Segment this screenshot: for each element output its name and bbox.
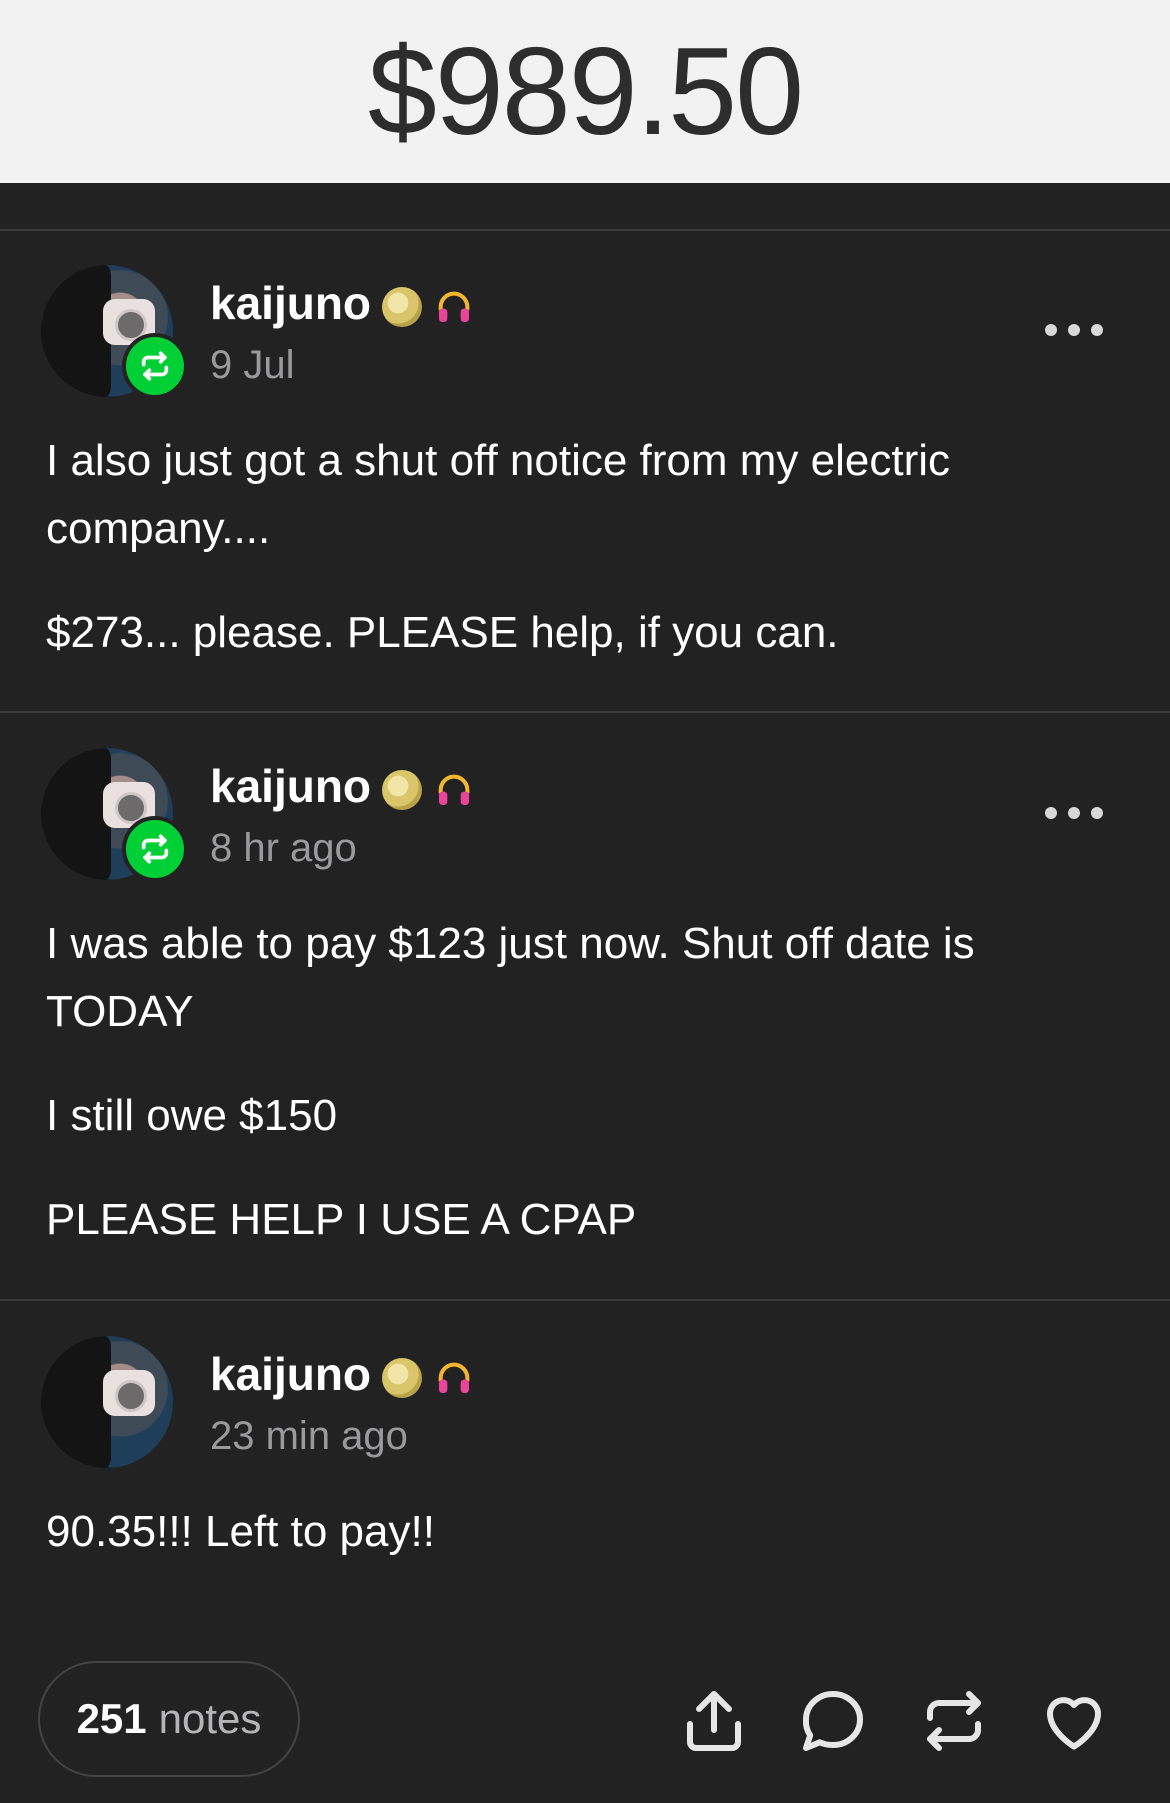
divider [0,711,1170,713]
headphones-icon [438,1362,470,1393]
post-username[interactable]: kaijuno [210,759,371,813]
reblog-icon [122,333,188,399]
post-paragraph: I also just got a shut off notice from m… [46,436,951,553]
reblog-icon [122,816,188,882]
post-paragraph: $273... please. PLEASE help, if you can. [46,608,839,657]
moon-icon [382,770,422,810]
divider [0,1299,1170,1301]
notes-count: 251 [76,1695,147,1742]
post-username[interactable]: kaijuno [210,1347,371,1401]
headphones-icon [438,774,470,805]
post-body: I also just got a shut off notice from m… [46,427,1126,667]
post-body: 90.35!!! Left to pay!! [46,1498,1126,1566]
post-body: I was able to pay $123 just now. Shut of… [46,910,1126,1254]
more-icon[interactable] [1045,324,1103,338]
notes-label: notes [158,1695,262,1742]
moon-icon [382,287,422,327]
headphones-icon [438,291,470,322]
reblog-action-icon[interactable] [918,1685,990,1757]
post-username[interactable]: kaijuno [210,276,371,330]
moon-icon [382,1358,422,1398]
more-icon[interactable] [1045,807,1103,821]
post-paragraph: 90.35!!! Left to pay!! [46,1507,435,1556]
divider [0,229,1170,231]
post-paragraph: PLEASE HELP I USE A CPAP [46,1195,637,1244]
share-icon[interactable] [678,1685,750,1757]
notes-button[interactable]: 251 notes [38,1661,300,1777]
heart-icon[interactable] [1038,1685,1110,1757]
amount-total: $989.50 [367,22,804,161]
post-paragraph: I was able to pay $123 just now. Shut of… [46,919,975,1036]
post-paragraph: I still owe $150 [46,1091,338,1140]
post-timestamp: 23 min ago [210,1414,408,1458]
avatar[interactable] [41,1336,173,1468]
post-timestamp: 8 hr ago [210,826,357,870]
comment-icon[interactable] [797,1685,869,1757]
post-timestamp: 9 Jul [210,343,295,387]
amount-banner: $989.50 [0,0,1170,183]
